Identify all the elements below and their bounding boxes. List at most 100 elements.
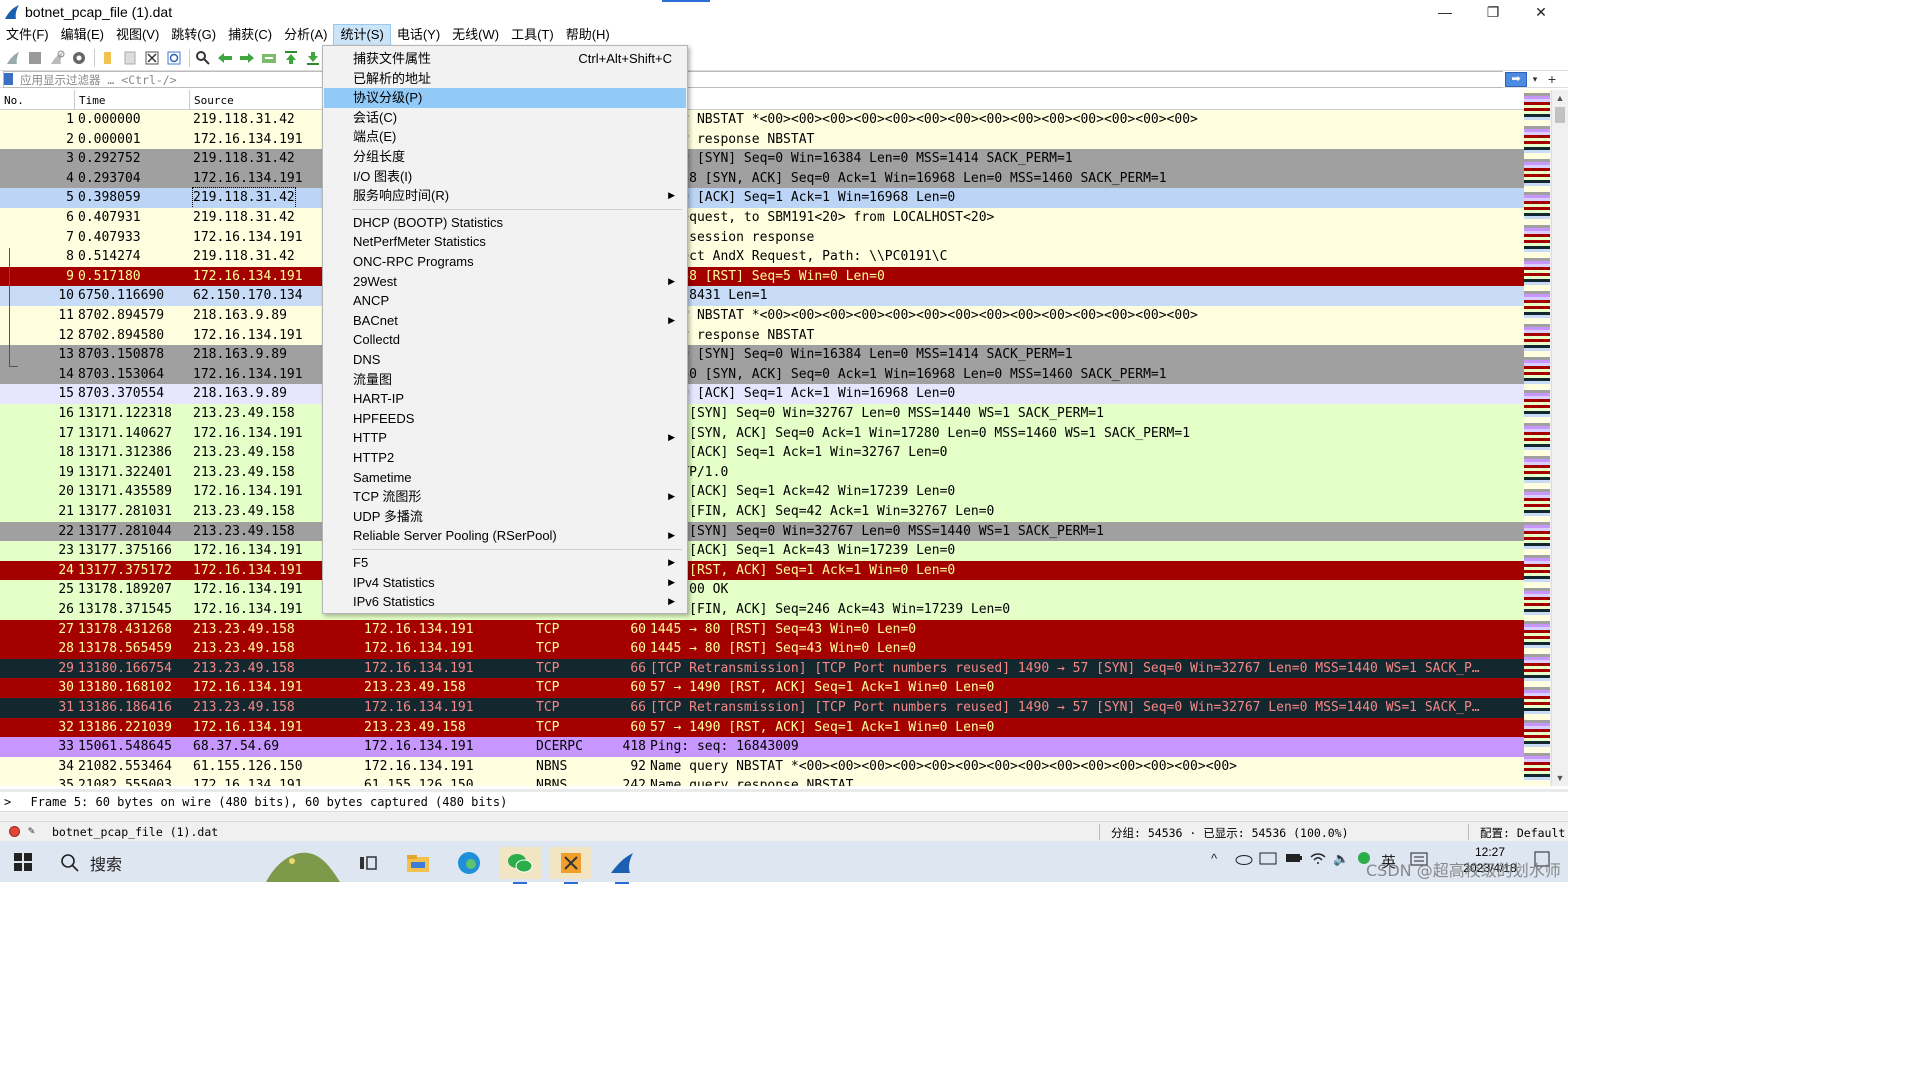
scroll-down-arrow-icon[interactable]: ▼ bbox=[1552, 770, 1568, 786]
packet-row[interactable]: 14 8703.153064 172.16.134.191 → 4760 [SYN, … bbox=[0, 364, 1524, 385]
packet-row[interactable]: 7 0.407933 172.16.134.191 tive session resp… bbox=[0, 227, 1524, 248]
expert-info-status-icon[interactable] bbox=[9, 826, 20, 837]
go-to-packet-icon[interactable] bbox=[259, 48, 279, 68]
packet-row[interactable]: 29 13180.166754 213.23.49.158 172.16.134.19… bbox=[0, 658, 1524, 679]
first-packet-arrow-icon[interactable] bbox=[281, 48, 301, 68]
stats-menu-item[interactable]: Sametime bbox=[324, 468, 686, 488]
close-button[interactable]: ✕ bbox=[1518, 0, 1564, 24]
packet-row[interactable]: 8 0.514274 219.118.31.42 Connect AndX Reque… bbox=[0, 247, 1524, 267]
packet-row[interactable]: 21 13177.281031 213.23.49.158 → 80 [FIN, AC… bbox=[0, 502, 1524, 522]
stats-menu-item[interactable]: UDP 多播流 bbox=[324, 507, 686, 527]
stats-menu-item[interactable]: DHCP (BOOTP) Statistics bbox=[324, 213, 686, 233]
packet-row[interactable]: 24 13177.375172 172.16.134.191 1490 [RST, A… bbox=[0, 560, 1524, 581]
scroll-thumb[interactable] bbox=[1555, 107, 1565, 123]
stats-menu-item[interactable]: Reliable Server Pooling (RSerPool) ▶ bbox=[324, 526, 686, 546]
packet-row[interactable]: 6 0.407931 219.118.31.42 on request, to SBM… bbox=[0, 208, 1524, 228]
packet-row[interactable]: 13 8703.150878 218.163.9.89 → 139 [SYN] Seq… bbox=[0, 345, 1524, 365]
packet-row[interactable]: 28 13178.565459 213.23.49.158 172.16.134.19… bbox=[0, 639, 1524, 659]
menu-2[interactable]: 视图(V) bbox=[110, 24, 165, 46]
stats-menu-item[interactable]: 协议分级(P) bbox=[324, 88, 686, 108]
packet-row[interactable]: 15 8703.370554 218.163.9.89 → 139 [ACK] Seq… bbox=[0, 384, 1524, 404]
scroll-up-arrow-icon[interactable]: ▲ bbox=[1552, 90, 1568, 106]
menu-9[interactable]: 工具(T) bbox=[505, 24, 560, 46]
capture-comment-pencil-icon[interactable]: ✎ bbox=[28, 824, 35, 837]
packet-row[interactable]: 17 13171.140627 172.16.134.191 1445 [SYN, A… bbox=[0, 423, 1524, 444]
add-filter-button[interactable]: + bbox=[1545, 71, 1559, 88]
packet-row[interactable]: 23 13177.375166 172.16.134.191 1445 [ACK] S… bbox=[0, 541, 1524, 561]
packet-row[interactable]: 18 13171.312386 213.23.49.158 → 80 [ACK] Se… bbox=[0, 443, 1524, 463]
packet-row[interactable]: 12 8702.894580 172.16.134.191 query respons… bbox=[0, 325, 1524, 346]
packet-row[interactable]: 3 0.292752 219.118.31.42 → 139 [SYN] Seq=0 … bbox=[0, 149, 1524, 169]
menu-7[interactable]: 电话(Y) bbox=[391, 24, 446, 46]
stats-menu-item[interactable]: TCP 流图形 ▶ bbox=[324, 487, 686, 507]
minimize-button[interactable]: — bbox=[1422, 0, 1468, 24]
packet-row[interactable]: 25 13178.189207 172.16.134.191 1.1 200 OK bbox=[0, 580, 1524, 600]
stats-menu-item[interactable]: ONC-RPC Programs bbox=[324, 252, 686, 272]
column-header-time[interactable]: Time bbox=[79, 94, 106, 107]
start-capture-fin-icon[interactable] bbox=[3, 48, 23, 68]
go-forward-arrow-icon[interactable] bbox=[237, 48, 257, 68]
file-explorer-icon[interactable] bbox=[397, 847, 439, 879]
last-packet-arrow-icon[interactable] bbox=[303, 48, 323, 68]
volume-icon[interactable]: 🔈 bbox=[1333, 851, 1349, 867]
stats-menu-item[interactable]: Collectd bbox=[324, 330, 686, 350]
packet-row[interactable]: 34 21082.553464 61.155.126.150 172.16.134.1… bbox=[0, 756, 1524, 777]
packet-row[interactable]: 9 0.517180 172.16.134.191 → 2388 [RST] Seq=… bbox=[0, 266, 1524, 287]
column-header-no[interactable]: No. bbox=[4, 94, 24, 107]
menu-4[interactable]: 捕获(C) bbox=[222, 24, 278, 46]
menu-10[interactable]: 帮助(H) bbox=[560, 24, 616, 46]
stats-menu-item[interactable]: HPFEEDS bbox=[324, 409, 686, 429]
stats-menu-item[interactable]: 端点(E) bbox=[324, 127, 686, 147]
maximize-button[interactable]: ❐ bbox=[1470, 0, 1516, 24]
scroll-track[interactable]: ▲ ▼ bbox=[1551, 90, 1568, 786]
open-file-icon[interactable] bbox=[98, 48, 118, 68]
stats-menu-item[interactable]: HART-IP bbox=[324, 389, 686, 409]
stats-menu-item[interactable]: ANCP bbox=[324, 291, 686, 311]
packet-row[interactable]: 31 13186.186416 213.23.49.158 172.16.134.19… bbox=[0, 698, 1524, 718]
column-divider[interactable] bbox=[74, 90, 75, 110]
packet-row[interactable]: 26 13178.371545 172.16.134.191 1445 [FIN, A… bbox=[0, 600, 1524, 620]
packet-row[interactable]: 10 6750.116690 62.150.170.134 2 → 28431 Len… bbox=[0, 286, 1524, 306]
display-icon[interactable] bbox=[1259, 851, 1277, 870]
packet-row[interactable]: 4 0.293704 172.16.134.191 → 2388 [SYN, ACK]… bbox=[0, 168, 1524, 189]
close-file-icon[interactable] bbox=[142, 48, 162, 68]
packet-row[interactable]: 19 13171.322401 213.23.49.158/ HTTP/1.0 bbox=[0, 462, 1524, 483]
display-filter-input[interactable]: 应用显示过滤器 … <Ctrl-/> bbox=[3, 71, 1503, 88]
packet-row[interactable]: 2 0.000001 172.16.134.191 query response NB… bbox=[0, 129, 1524, 150]
packet-row[interactable]: 32 13186.221039 172.16.134.191 213.23.49.15… bbox=[0, 717, 1524, 738]
packet-row[interactable]: 11 8702.894579 218.163.9.89 query NBSTAT *<… bbox=[0, 306, 1524, 326]
capture-options-gear-icon[interactable] bbox=[69, 48, 89, 68]
stats-menu-item[interactable]: 分组长度 bbox=[324, 147, 686, 167]
detail-horizontal-scrollbar[interactable] bbox=[0, 811, 1568, 821]
stats-menu-item[interactable]: 会话(C) bbox=[324, 108, 686, 128]
menu-5[interactable]: 分析(A) bbox=[278, 24, 333, 46]
wireshark-taskbar-icon[interactable] bbox=[601, 847, 643, 884]
packet-row[interactable]: 30 13180.168102 172.16.134.191 213.23.49.15… bbox=[0, 678, 1524, 698]
go-back-arrow-icon[interactable] bbox=[215, 48, 235, 68]
column-divider[interactable] bbox=[189, 90, 190, 110]
stats-menu-item[interactable]: I/O 图表(I) bbox=[324, 167, 686, 187]
task-view-icon[interactable] bbox=[347, 847, 389, 879]
taskbar-search[interactable]: 搜索 bbox=[60, 851, 122, 875]
status-profile[interactable]: 配置: Default bbox=[1480, 825, 1565, 841]
column-header-source[interactable]: Source bbox=[194, 94, 234, 107]
packet-row[interactable]: 5 0.398059 219.118.31.42 → 139 [ACK] Seq=1 … bbox=[0, 187, 1524, 209]
edge-browser-icon[interactable] bbox=[448, 847, 490, 879]
packet-row[interactable]: 22 13177.281044 213.23.49.158 → 57 [SYN] Se… bbox=[0, 521, 1524, 542]
menu-8[interactable]: 无线(W) bbox=[446, 24, 505, 46]
packet-row[interactable]: 35 21082.555003 172.16.134.191 61.155.126.1… bbox=[0, 776, 1524, 786]
tray-overflow-chevron-icon[interactable]: ^ bbox=[1211, 851, 1217, 866]
packet-row[interactable]: 16 13171.122318 213.23.49.158 → 80 [SYN] Se… bbox=[0, 404, 1524, 424]
filter-history-dropdown[interactable]: ▾ bbox=[1529, 72, 1541, 87]
packet-row[interactable]: 27 13178.431268 213.23.49.158 172.16.134.19… bbox=[0, 619, 1524, 640]
restart-capture-icon[interactable] bbox=[47, 48, 67, 68]
packet-minimap[interactable] bbox=[1524, 90, 1550, 786]
menu-1[interactable]: 编辑(E) bbox=[55, 24, 110, 46]
stats-menu-item[interactable]: IPv4 Statistics ▶ bbox=[324, 573, 686, 593]
stop-capture-icon[interactable] bbox=[25, 48, 45, 68]
battery-icon[interactable] bbox=[1285, 851, 1303, 868]
stats-menu-item[interactable]: 流量图 bbox=[324, 370, 686, 390]
detail-tree-item[interactable]: > Frame 5: 60 bytes on wire (480 bits), … bbox=[4, 794, 507, 810]
save-file-icon[interactable] bbox=[120, 48, 140, 68]
menu-3[interactable]: 跳转(G) bbox=[165, 24, 222, 46]
